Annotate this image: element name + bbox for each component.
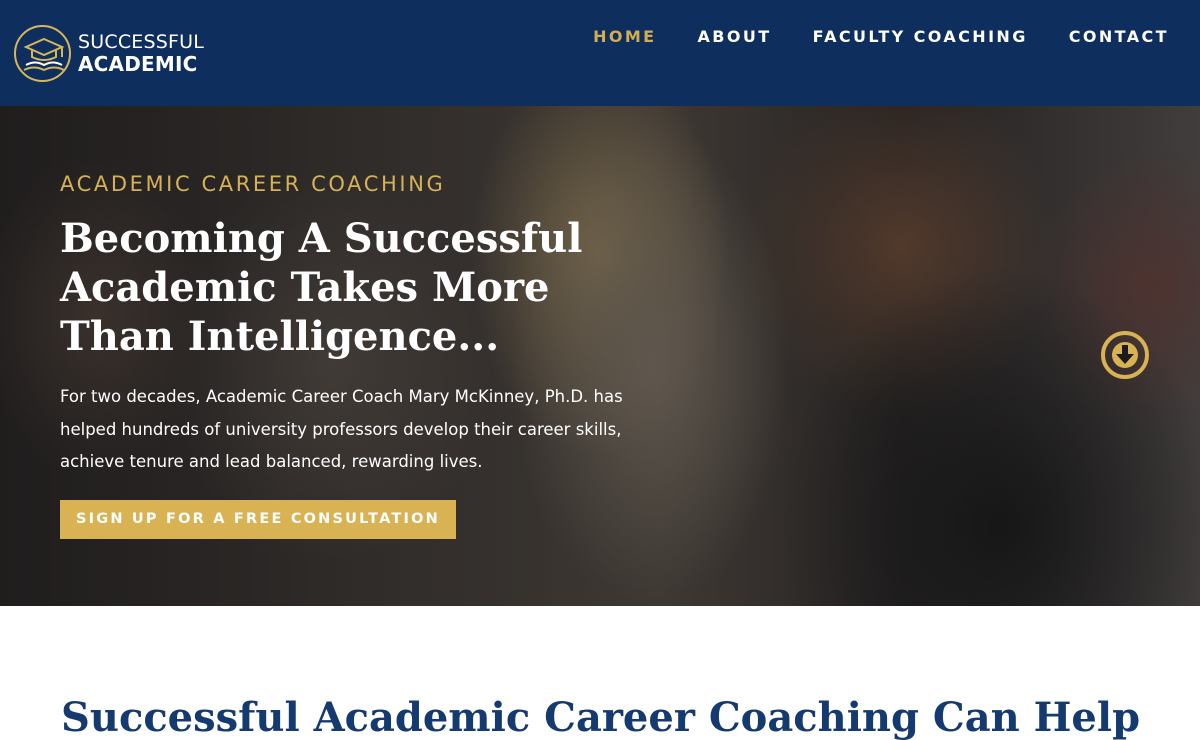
logo-line-1: SUCCESSFUL: [78, 30, 205, 53]
section-heading: Successful Academic Career Coaching Can …: [61, 694, 1141, 740]
nav-home[interactable]: HOME: [593, 26, 656, 48]
hero-eyebrow: ACADEMIC CAREER COACHING: [60, 172, 446, 196]
graduation-cap-book-icon: [14, 24, 71, 82]
site-header: SUCCESSFUL ACADEMIC HOME ABOUT FACULTY C…: [0, 0, 1200, 106]
nav-about[interactable]: ABOUT: [698, 26, 772, 48]
hero-title: Becoming A Successful Academic Takes Mor…: [60, 215, 583, 360]
hero-description: For two decades, Academic Career Coach M…: [60, 387, 623, 471]
hero-section: ACADEMIC CAREER COACHING Becoming A Succ…: [0, 106, 1200, 606]
site-logo[interactable]: SUCCESSFUL ACADEMIC: [14, 24, 204, 82]
logo-wordmark: SUCCESSFUL ACADEMIC: [78, 30, 205, 76]
nav-faculty-coaching[interactable]: FACULTY COACHING: [813, 26, 1028, 48]
nav-contact[interactable]: CONTACT: [1069, 26, 1169, 48]
logo-line-2: ACADEMIC: [78, 51, 198, 76]
arrow-down-circle-icon[interactable]: [1100, 330, 1150, 380]
main-nav: HOME ABOUT FACULTY COACHING CONTACT: [593, 26, 1169, 48]
free-consultation-button[interactable]: SIGN UP FOR A FREE CONSULTATION: [60, 500, 456, 539]
hero-content: ACADEMIC CAREER COACHING Becoming A Succ…: [60, 172, 680, 479]
